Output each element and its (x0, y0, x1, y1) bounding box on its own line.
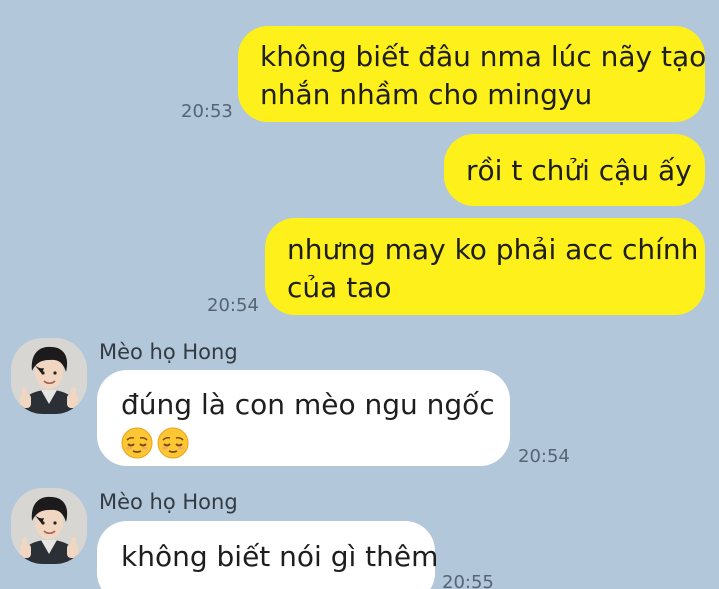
message-text-line: rồi t chửi cậu ấy (466, 154, 692, 187)
incoming-message-bubble[interactable]: đúng là con mèo ngu ngốc (97, 370, 510, 466)
avatar-photo-icon (11, 338, 87, 414)
message-timestamp: 20:53 (181, 101, 233, 122)
outgoing-message-bubble[interactable]: rồi t chửi cậu ấy (444, 134, 705, 206)
relieved-face-emoji-icon (121, 427, 153, 459)
message-timestamp: 20:55 (442, 572, 494, 589)
chat-room[interactable]: 20:53 không biết đâu nma lúc nãy tạo nhắ… (0, 0, 719, 589)
message-text-line: của tao (287, 271, 392, 304)
avatar-photo-icon (11, 488, 87, 564)
sender-avatar[interactable] (11, 338, 87, 414)
message-text-line: đúng là con mèo ngu ngốc (121, 388, 495, 421)
message-timestamp: 20:54 (207, 295, 259, 316)
sender-name: Mèo họ Hong (99, 340, 238, 364)
message-text-line: không biết nói gì thêm (121, 540, 439, 573)
message-text-line: nhưng may ko phải acc chính (287, 233, 699, 266)
incoming-message-bubble[interactable]: không biết nói gì thêm (97, 521, 439, 589)
relieved-face-emoji-icon (157, 427, 189, 459)
message-timestamp: 20:54 (518, 446, 570, 467)
outgoing-message-bubble[interactable]: không biết đâu nma lúc nãy tạo nhắn nhầm… (238, 26, 707, 122)
sender-avatar[interactable] (11, 488, 87, 564)
message-text-line: không biết đâu nma lúc nãy tạo (260, 40, 707, 73)
outgoing-message-bubble[interactable]: nhưng may ko phải acc chính của tao (265, 218, 705, 315)
message-text-line: nhắn nhầm cho mingyu (260, 78, 593, 111)
sender-name: Mèo họ Hong (99, 490, 238, 514)
